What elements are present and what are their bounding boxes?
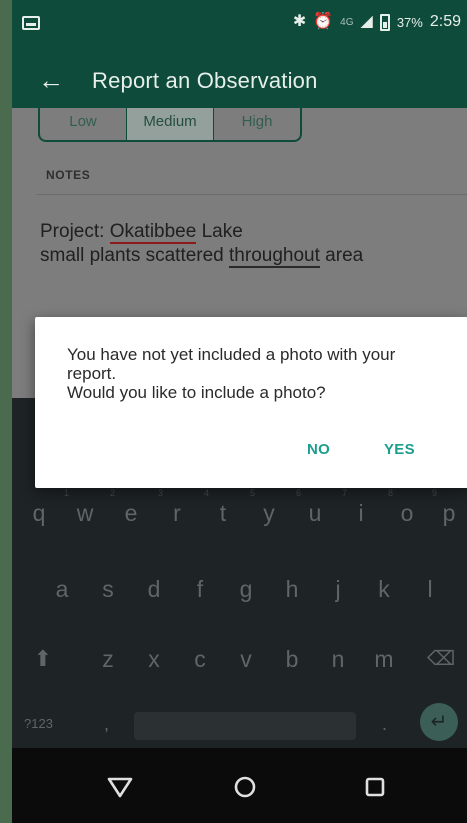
include-photo-dialog: You have not yet included a photo with y… — [35, 317, 467, 488]
app-bar: ← Report an Observation — [12, 56, 467, 108]
notes-text: area — [319, 245, 364, 266]
key-hint: 7 — [342, 488, 348, 498]
severity-option-medium[interactable]: Medium — [127, 108, 214, 140]
key-e[interactable]: e — [116, 498, 146, 528]
key-z[interactable]: z — [93, 644, 123, 674]
alarm-icon: ⏰ — [313, 13, 334, 30]
period-key[interactable]: . — [382, 714, 387, 735]
arrow-left-icon[interactable]: ← — [38, 64, 64, 96]
notes-line-1: Project: Okatibbee Lake — [40, 220, 460, 244]
key-hint: 2 — [110, 488, 116, 498]
key-hint: 6 — [296, 488, 302, 498]
key-m[interactable]: m — [369, 644, 399, 674]
key-a[interactable]: a — [47, 574, 77, 604]
page-title: Report an Observation — [92, 68, 318, 93]
status-bar: ✱ ⏰ 4G ◢ 37% 2:59 — [12, 0, 467, 56]
comma-key[interactable]: , — [104, 714, 109, 735]
recents-square-icon[interactable] — [360, 772, 390, 802]
key-hint: 1 — [64, 488, 70, 498]
key-c[interactable]: c — [185, 644, 215, 674]
key-o[interactable]: o — [392, 498, 422, 528]
notes-textarea[interactable]: Project: Okatibbee Lake small plants sca… — [40, 220, 460, 268]
key-d[interactable]: d — [139, 574, 169, 604]
key-u[interactable]: u — [300, 498, 330, 528]
screenshot-icon — [22, 16, 40, 30]
notes-text: Lake — [196, 221, 243, 242]
highlighted-word: throughout — [229, 245, 320, 268]
key-r[interactable]: r — [162, 498, 192, 528]
dialog-message-line-2: Would you like to include a photo? — [67, 383, 326, 402]
key-s[interactable]: s — [93, 574, 123, 604]
bluetooth-icon: ✱ — [292, 13, 307, 30]
key-p[interactable]: p — [434, 498, 464, 528]
status-icons: ✱ ⏰ 4G ◢ 37% 2:59 — [293, 12, 461, 32]
key-g[interactable]: g — [231, 574, 261, 604]
notes-text: Project: — [40, 221, 110, 242]
key-n[interactable]: n — [323, 644, 353, 674]
key-y[interactable]: y — [254, 498, 284, 528]
battery-percent: 37% — [396, 14, 423, 30]
home-circle-icon[interactable] — [230, 772, 260, 802]
key-hint: 5 — [250, 488, 256, 498]
key-v[interactable]: v — [231, 644, 261, 674]
key-w[interactable]: w — [70, 498, 100, 528]
symbols-key[interactable]: ?123 — [24, 716, 53, 731]
key-hint: 3 — [158, 488, 164, 498]
enter-icon[interactable]: ↵ — [420, 703, 458, 741]
clock: 2:59 — [429, 13, 461, 30]
screen-frame: ✱ ⏰ 4G ◢ 37% 2:59 ← Report an Observatio… — [0, 0, 467, 823]
phone-screen: ✱ ⏰ 4G ◢ 37% 2:59 ← Report an Observatio… — [12, 0, 467, 823]
dialog-message-line-1: You have not yet included a photo with y… — [67, 345, 396, 383]
severity-option-low[interactable]: Low — [40, 108, 127, 140]
key-b[interactable]: b — [277, 644, 307, 674]
spacebar[interactable] — [134, 712, 356, 740]
yes-button[interactable]: YES — [384, 441, 415, 458]
key-hint: 9 — [432, 488, 438, 498]
battery-icon — [379, 13, 390, 31]
dialog-message: You have not yet included a photo with y… — [67, 345, 437, 402]
keyboard-row-1: 1 2 3 4 5 6 7 8 9 q w e r t y u i o p — [12, 488, 467, 540]
back-triangle-icon[interactable] — [105, 772, 135, 802]
key-h[interactable]: h — [277, 574, 307, 604]
navigation-bar — [12, 748, 467, 823]
key-f[interactable]: f — [185, 574, 215, 604]
severity-option-high[interactable]: High — [214, 108, 300, 140]
key-hint: 8 — [388, 488, 394, 498]
carrier-label: 4G — [340, 16, 354, 28]
key-x[interactable]: x — [139, 644, 169, 674]
keyboard-row-2: a s d f g h j k l — [12, 574, 467, 624]
key-t[interactable]: t — [208, 498, 238, 528]
key-l[interactable]: l — [415, 574, 445, 604]
key-k[interactable]: k — [369, 574, 399, 604]
notes-line-2: small plants scattered throughout area — [40, 244, 460, 268]
shift-icon[interactable]: ⬆ — [28, 644, 58, 674]
notes-text: small plants scattered — [40, 245, 230, 266]
signal-icon: ◢ — [360, 13, 373, 30]
key-q[interactable]: q — [24, 498, 54, 528]
keyboard-row-3: ⬆ z x c v b n m ⌫ — [12, 644, 467, 694]
notes-section-label: NOTES — [46, 168, 91, 182]
severity-selector: Low Medium High — [38, 108, 302, 142]
no-button[interactable]: NO — [307, 441, 330, 458]
divider — [36, 194, 467, 195]
key-j[interactable]: j — [323, 574, 353, 604]
key-hint: 4 — [204, 488, 210, 498]
key-i[interactable]: i — [346, 498, 376, 528]
misspelled-word: Okatibbee — [109, 221, 197, 244]
backspace-icon[interactable]: ⌫ — [426, 644, 456, 674]
